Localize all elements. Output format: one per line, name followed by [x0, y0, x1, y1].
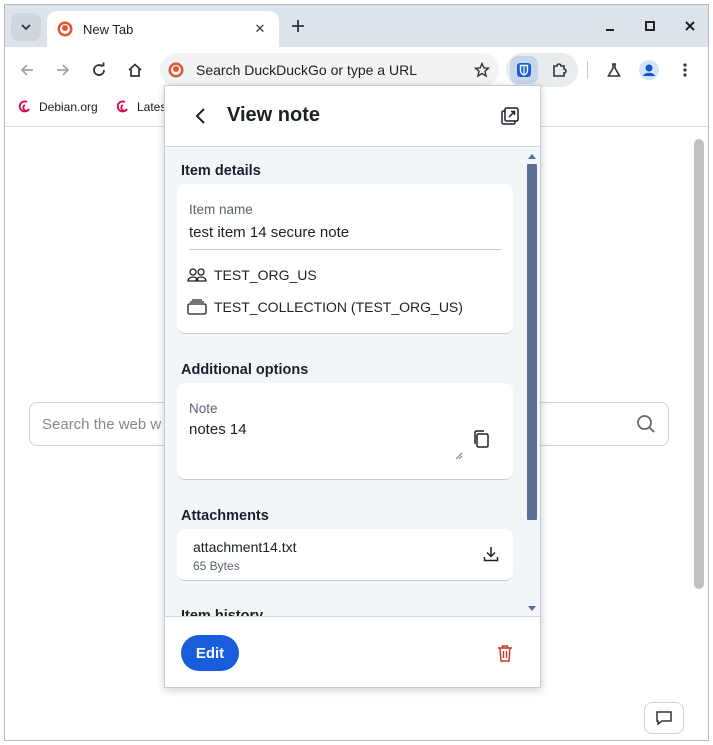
- bitwarden-shield-icon: [517, 63, 531, 77]
- organization-row: TEST_ORG_US: [187, 266, 317, 284]
- attachments-card: attachment14.txt 65 Bytes: [177, 529, 513, 581]
- omnibox[interactable]: Search DuckDuckGo or type a URL: [160, 53, 499, 87]
- puzzle-icon: [553, 63, 567, 77]
- section-title-item-history: Item history: [181, 608, 264, 616]
- title-bar: New Tab ✕: [5, 5, 708, 47]
- bookmark-star-icon[interactable]: [465, 62, 499, 78]
- tab-new-tab[interactable]: New Tab ✕: [47, 11, 279, 47]
- maximize-icon: [645, 21, 655, 31]
- labs-button[interactable]: [601, 57, 627, 83]
- home-button[interactable]: [122, 57, 148, 83]
- bookmark-label: Lates: [137, 100, 167, 114]
- resize-handle-icon[interactable]: [455, 452, 463, 460]
- reload-icon: [93, 62, 105, 76]
- divider: [189, 249, 501, 250]
- chevron-down-icon: [21, 24, 31, 31]
- debian-icon: [116, 100, 128, 113]
- plus-icon: [292, 20, 304, 32]
- scroll-up-arrow[interactable]: [528, 154, 536, 159]
- users-icon: [187, 266, 207, 284]
- chat-bubble-icon: [656, 711, 672, 726]
- bitwarden-popup: View note Item details Item name test it…: [164, 85, 541, 688]
- section-title-additional-options: Additional options: [181, 362, 309, 378]
- bookmark-debian[interactable]: Debian.org: [17, 99, 98, 115]
- download-icon: [483, 547, 499, 562]
- popout-icon: [501, 107, 519, 125]
- page-title: View note: [227, 104, 320, 126]
- toolbar-separator: [587, 61, 588, 79]
- reload-button[interactable]: [86, 57, 112, 83]
- popup-footer: Edit: [165, 616, 540, 687]
- tab-title: New Tab: [83, 21, 134, 37]
- copy-note-button[interactable]: [471, 429, 491, 449]
- feedback-button[interactable]: [644, 702, 684, 734]
- new-tab-button[interactable]: [287, 15, 309, 37]
- more-vertical-icon: [683, 63, 687, 77]
- duckduckgo-icon: [168, 62, 184, 78]
- arrow-right-icon: [57, 64, 70, 76]
- page-scrollbar[interactable]: [694, 139, 704, 589]
- popout-button[interactable]: [498, 104, 522, 128]
- arrow-left-icon: [20, 64, 33, 76]
- chevron-left-icon: [195, 108, 205, 124]
- collection-name: TEST_COLLECTION (TEST_ORG_US): [214, 299, 463, 315]
- flask-icon: [607, 63, 621, 77]
- home-icon: [128, 63, 142, 77]
- download-attachment-button[interactable]: [481, 544, 501, 564]
- additional-options-card: Note notes 14: [177, 383, 513, 480]
- omnibox-placeholder: Search DuckDuckGo or type a URL: [196, 62, 417, 78]
- duckduckgo-icon: [57, 21, 73, 37]
- minimize-button[interactable]: [599, 15, 621, 37]
- delete-button[interactable]: [494, 641, 516, 665]
- close-icon[interactable]: ✕: [251, 21, 269, 37]
- popup-body: Item details Item name test item 14 secu…: [165, 148, 540, 616]
- item-name-label: Item name: [189, 202, 253, 217]
- browser-menu-button[interactable]: [672, 57, 698, 83]
- popup-scrollbar-thumb[interactable]: [527, 164, 537, 520]
- edit-button[interactable]: Edit: [181, 635, 239, 671]
- section-title-item-details: Item details: [181, 163, 261, 179]
- scroll-down-arrow[interactable]: [528, 606, 536, 611]
- note-value[interactable]: notes 14: [189, 421, 247, 438]
- section-title-attachments: Attachments: [181, 508, 269, 524]
- popup-header: View note: [165, 86, 540, 147]
- bitwarden-extension-button[interactable]: [510, 56, 538, 84]
- back-button[interactable]: [189, 104, 213, 128]
- minimize-icon: [606, 29, 614, 31]
- item-name-value[interactable]: test item 14 secure note: [189, 224, 349, 241]
- item-details-card: Item name test item 14 secure note TEST_…: [177, 184, 513, 334]
- bookmark-label: Debian.org: [39, 100, 98, 114]
- avatar-icon: [639, 60, 659, 80]
- note-label: Note: [189, 401, 218, 416]
- extensions-button[interactable]: [548, 58, 572, 82]
- bookmark-latest[interactable]: Lates: [115, 99, 166, 115]
- maximize-button[interactable]: [639, 15, 661, 37]
- attachment-file-size: 65 Bytes: [193, 559, 240, 573]
- collection-row: TEST_COLLECTION (TEST_ORG_US): [187, 298, 463, 316]
- close-window-button[interactable]: [679, 15, 701, 37]
- trash-icon: [498, 645, 512, 662]
- organization-name: TEST_ORG_US: [214, 267, 317, 283]
- back-button[interactable]: [14, 57, 40, 83]
- copy-icon: [474, 430, 489, 448]
- forward-button[interactable]: [50, 57, 76, 83]
- extensions-group: [506, 53, 578, 87]
- debian-icon: [18, 100, 30, 113]
- tab-search-button[interactable]: [11, 13, 41, 41]
- search-icon[interactable]: [636, 414, 656, 434]
- close-icon: [685, 21, 695, 31]
- profile-button[interactable]: [636, 57, 662, 83]
- attachment-file-name[interactable]: attachment14.txt: [193, 539, 297, 555]
- collection-icon: [187, 298, 207, 316]
